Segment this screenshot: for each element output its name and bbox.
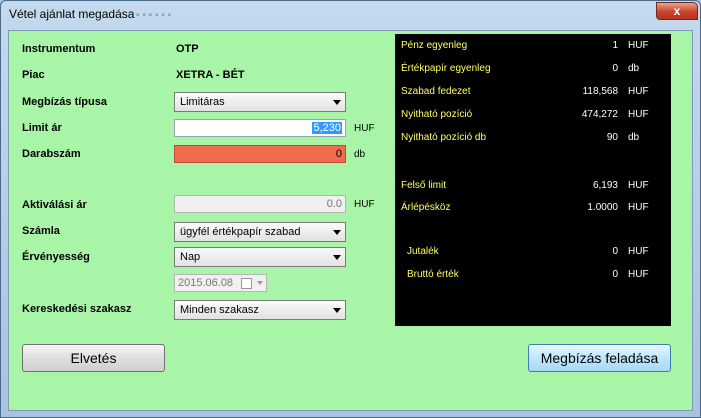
info-unit: HUF <box>628 269 649 280</box>
date-value: 2015.06.08 <box>178 277 234 289</box>
info-label: Szabad fedezet <box>401 86 471 97</box>
account-selected: ügyfél értékpapír szabad <box>180 226 301 238</box>
info-unit: db <box>628 63 640 74</box>
info-unit: HUF <box>628 86 649 97</box>
info-value: 6,193 <box>592 180 618 191</box>
chevron-down-icon <box>333 230 341 235</box>
limit-price-input[interactable]: 5,230 <box>174 119 346 137</box>
chevron-down-icon <box>333 255 341 260</box>
limit-price-unit: HUF <box>354 123 375 134</box>
submit-order-button[interactable]: Megbízás feladása <box>528 344 671 372</box>
info-value: 0 <box>612 246 618 257</box>
info-value: 0 <box>612 63 618 74</box>
info-value: 1 <box>612 40 618 51</box>
activation-price-unit: HUF <box>354 199 375 210</box>
info-label: Pénz egyenleg <box>401 40 468 51</box>
info-value: 0 <box>612 269 618 280</box>
quantity-label: Darabszám <box>22 148 81 160</box>
session-select[interactable]: Minden szakasz <box>174 300 346 320</box>
activation-price-label: Aktiválási ár <box>22 199 87 211</box>
order-type-label: Megbízás típusa <box>22 96 107 108</box>
info-value: 118,568 <box>582 86 618 97</box>
info-unit: HUF <box>628 180 649 191</box>
titlebar-ghost-icons: ▪ ▪ ▪ ▪ ▪ ▪ <box>136 10 172 21</box>
info-label: Felső limit <box>401 180 447 191</box>
activation-price-input[interactable]: 0.0 <box>174 195 346 213</box>
calendar-icon <box>241 278 252 289</box>
validity-selected: Nap <box>180 251 201 263</box>
limit-price-label: Limit ár <box>22 122 62 134</box>
validity-label: Érvényesség <box>22 251 90 263</box>
info-label: Nyitható pozíció db <box>401 132 487 143</box>
title-bar[interactable]: Vétel ajánlat megadása ▪ ▪ ▪ ▪ ▪ ▪ x <box>1 1 700 29</box>
order-type-selected: Limitáras <box>180 96 225 108</box>
info-unit: HUF <box>628 246 649 257</box>
instrument-value: OTP <box>176 43 199 55</box>
info-label: Nyitható pozíció <box>401 109 473 120</box>
quantity-input[interactable]: 0 <box>174 145 346 163</box>
info-label: Árlépésköz <box>401 202 451 213</box>
info-label: Bruttó érték <box>407 269 459 280</box>
window-title: Vétel ajánlat megadása <box>9 7 135 21</box>
date-picker[interactable]: 2015.06.08 <box>174 274 267 292</box>
instrument-label: Instrumentum <box>22 43 96 55</box>
info-value: 1.0000 <box>587 202 618 213</box>
info-unit: HUF <box>628 40 649 51</box>
account-label: Számla <box>22 225 60 237</box>
dialog-window: Vétel ajánlat megadása ▪ ▪ ▪ ▪ ▪ ▪ x Ins… <box>0 0 701 418</box>
cancel-button[interactable]: Elvetés <box>22 344 165 372</box>
info-unit: HUF <box>628 109 649 120</box>
info-unit: HUF <box>628 202 649 213</box>
limit-price-value: 5,230 <box>312 122 342 134</box>
info-label: Jutalék <box>407 246 439 257</box>
dialog-body: Instrumentum OTP Piac XETRA - BÉT Megbíz… <box>8 30 693 411</box>
validity-select[interactable]: Nap <box>174 247 346 267</box>
session-label: Kereskedési szakasz <box>22 303 132 315</box>
chevron-down-icon <box>257 281 263 285</box>
info-value: 90 <box>606 132 618 143</box>
session-selected: Minden szakasz <box>180 304 259 316</box>
info-unit: db <box>628 132 640 143</box>
info-label: Értékpapír egyenleg <box>401 63 491 74</box>
market-label: Piac <box>22 69 45 81</box>
quantity-unit: db <box>354 149 366 160</box>
account-select[interactable]: ügyfél értékpapír szabad <box>174 222 346 242</box>
account-info-panel: Pénz egyenleg 1 HUF Értékpapír egyenleg … <box>395 34 671 326</box>
market-value: XETRA - BÉT <box>176 69 245 81</box>
chevron-down-icon <box>333 100 341 105</box>
info-value: 474,272 <box>581 109 618 120</box>
chevron-down-icon <box>333 308 341 313</box>
close-button[interactable]: x <box>656 2 698 20</box>
order-type-select[interactable]: Limitáras <box>174 92 346 112</box>
